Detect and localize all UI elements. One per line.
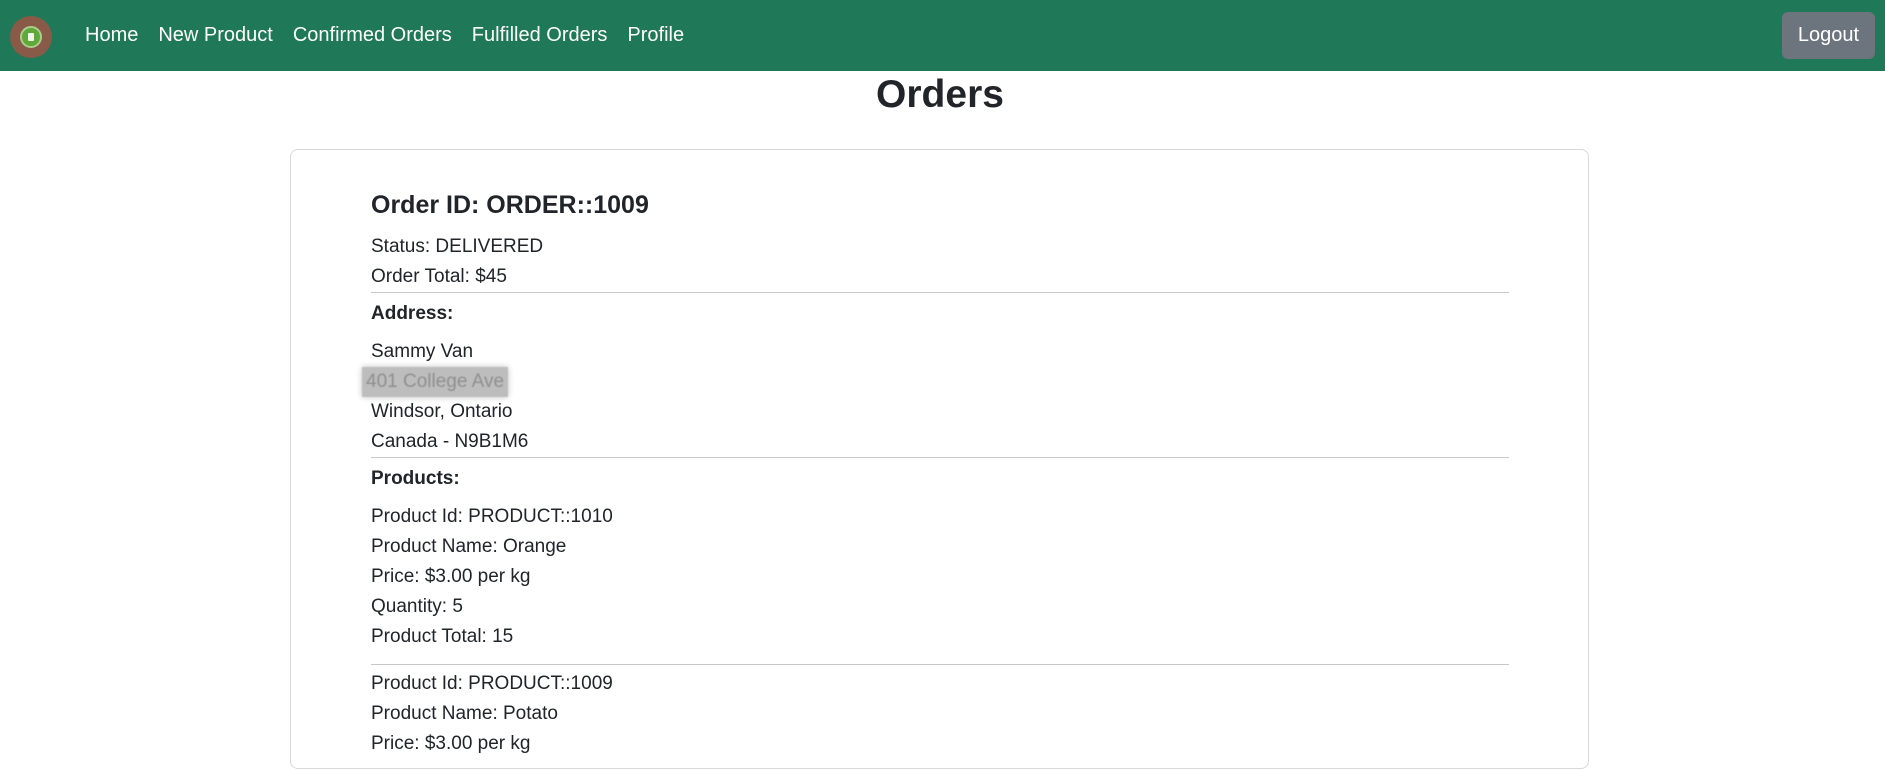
product-id: Product Id: PRODUCT::1010 [371,506,613,527]
address-city: Windsor, Ontario [371,401,513,422]
address-heading: Address: [371,303,454,324]
product-price: Price: $3.00 per kg [371,733,531,754]
order-total: Order Total: $45 [371,266,507,287]
page-title: Orders [876,73,1004,116]
top-navbar: Home New Product Confirmed Orders Fulfil… [0,0,1885,71]
nav-profile[interactable]: Profile [617,24,694,47]
address-country: Canada - N9B1M6 [371,431,529,452]
address-street-redacted: 401 College Ave [362,367,509,397]
order-id: Order ID: ORDER::1009 [371,191,649,219]
nav-confirmed-orders[interactable]: Confirmed Orders [283,24,462,47]
product-price: Price: $3.00 per kg [371,566,531,587]
divider [371,292,1509,293]
divider [371,457,1509,458]
logout-button[interactable]: Logout [1781,12,1875,59]
app-logo[interactable] [10,16,52,58]
order-card-body: Order ID: ORDER::1009 Status: DELIVERED … [362,190,1509,771]
product-total: Product Total: 15 [371,626,514,647]
address-name: Sammy Van [371,341,474,362]
product-id: Product Id: PRODUCT::1009 [371,673,613,694]
order-card: Order ID: ORDER::1009 Status: DELIVERED … [290,149,1589,769]
product-name: Product Name: Orange [371,536,567,557]
nav-home[interactable]: Home [75,24,148,47]
product-item: Product Id: PRODUCT::1009 Product Name: … [371,669,1509,759]
logo-icon [20,26,42,48]
products-heading: Products: [371,468,460,489]
nav-fulfilled-orders[interactable]: Fulfilled Orders [462,24,618,47]
product-name: Product Name: Potato [371,703,558,724]
order-status: Status: DELIVERED [371,236,544,257]
nav-new-product[interactable]: New Product [148,24,283,47]
product-item: Product Id: PRODUCT::1010 Product Name: … [371,502,1509,652]
nav-links: Home New Product Confirmed Orders Fulfil… [75,0,694,71]
product-quantity: Quantity: 5 [371,596,463,617]
product-divider [371,664,1509,665]
